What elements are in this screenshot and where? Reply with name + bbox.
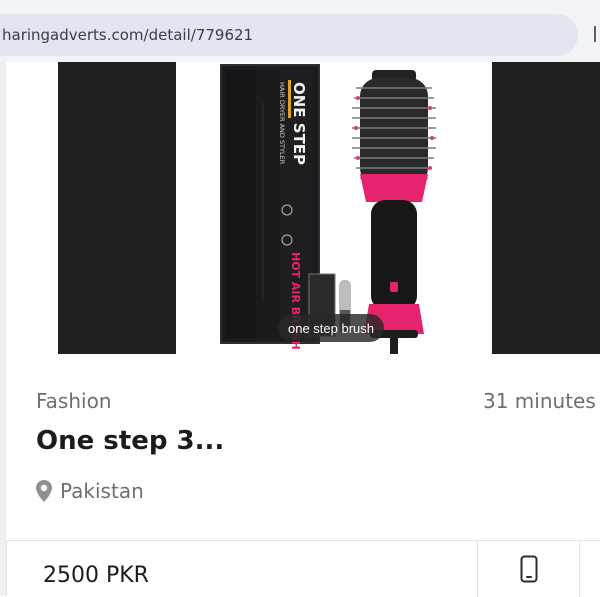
listing-category[interactable]: Fashion (36, 389, 112, 413)
listing-price: 2500 PKR (43, 563, 149, 588)
box-subtitle-text: HAIR DRYER AND STYLER (278, 82, 286, 165)
toolbar-edge-icon[interactable] (594, 26, 600, 42)
price-bar: 2500 PKR (6, 540, 600, 597)
product-image[interactable]: ONE STEP HAIR DRYER AND STYLER HOT AIR B… (176, 62, 492, 354)
location-text: Pakistan (60, 479, 144, 503)
price-bar-divider-2 (579, 541, 580, 597)
image-caption: one step brush (278, 314, 385, 342)
address-bar[interactable]: haringadverts.com/detail/779621 (0, 14, 578, 56)
phone-icon (520, 555, 537, 583)
call-button[interactable] (478, 541, 579, 597)
listing-time: 31 minutes (483, 389, 596, 413)
listing-info: Fashion 31 minutes One step 3... Pakista… (6, 354, 600, 540)
box-brand-text: ONE STEP (290, 82, 308, 165)
listing-title[interactable]: One step 3... (36, 426, 224, 456)
url-text: haringadverts.com/detail/779621 (2, 26, 254, 44)
image-carousel[interactable]: ONE STEP HAIR DRYER AND STYLER HOT AIR B… (6, 62, 600, 354)
carousel-next-slide[interactable] (492, 62, 600, 354)
image-caption-text: one step brush (288, 320, 375, 336)
map-pin-icon (36, 480, 52, 502)
carousel-prev-slide[interactable] (58, 62, 176, 354)
hair-brush-image (352, 70, 436, 354)
browser-toolbar: haringadverts.com/detail/779621 (0, 0, 600, 62)
listing-location: Pakistan (36, 479, 144, 503)
product-box: ONE STEP HAIR DRYER AND STYLER HOT AIR B… (220, 64, 320, 350)
